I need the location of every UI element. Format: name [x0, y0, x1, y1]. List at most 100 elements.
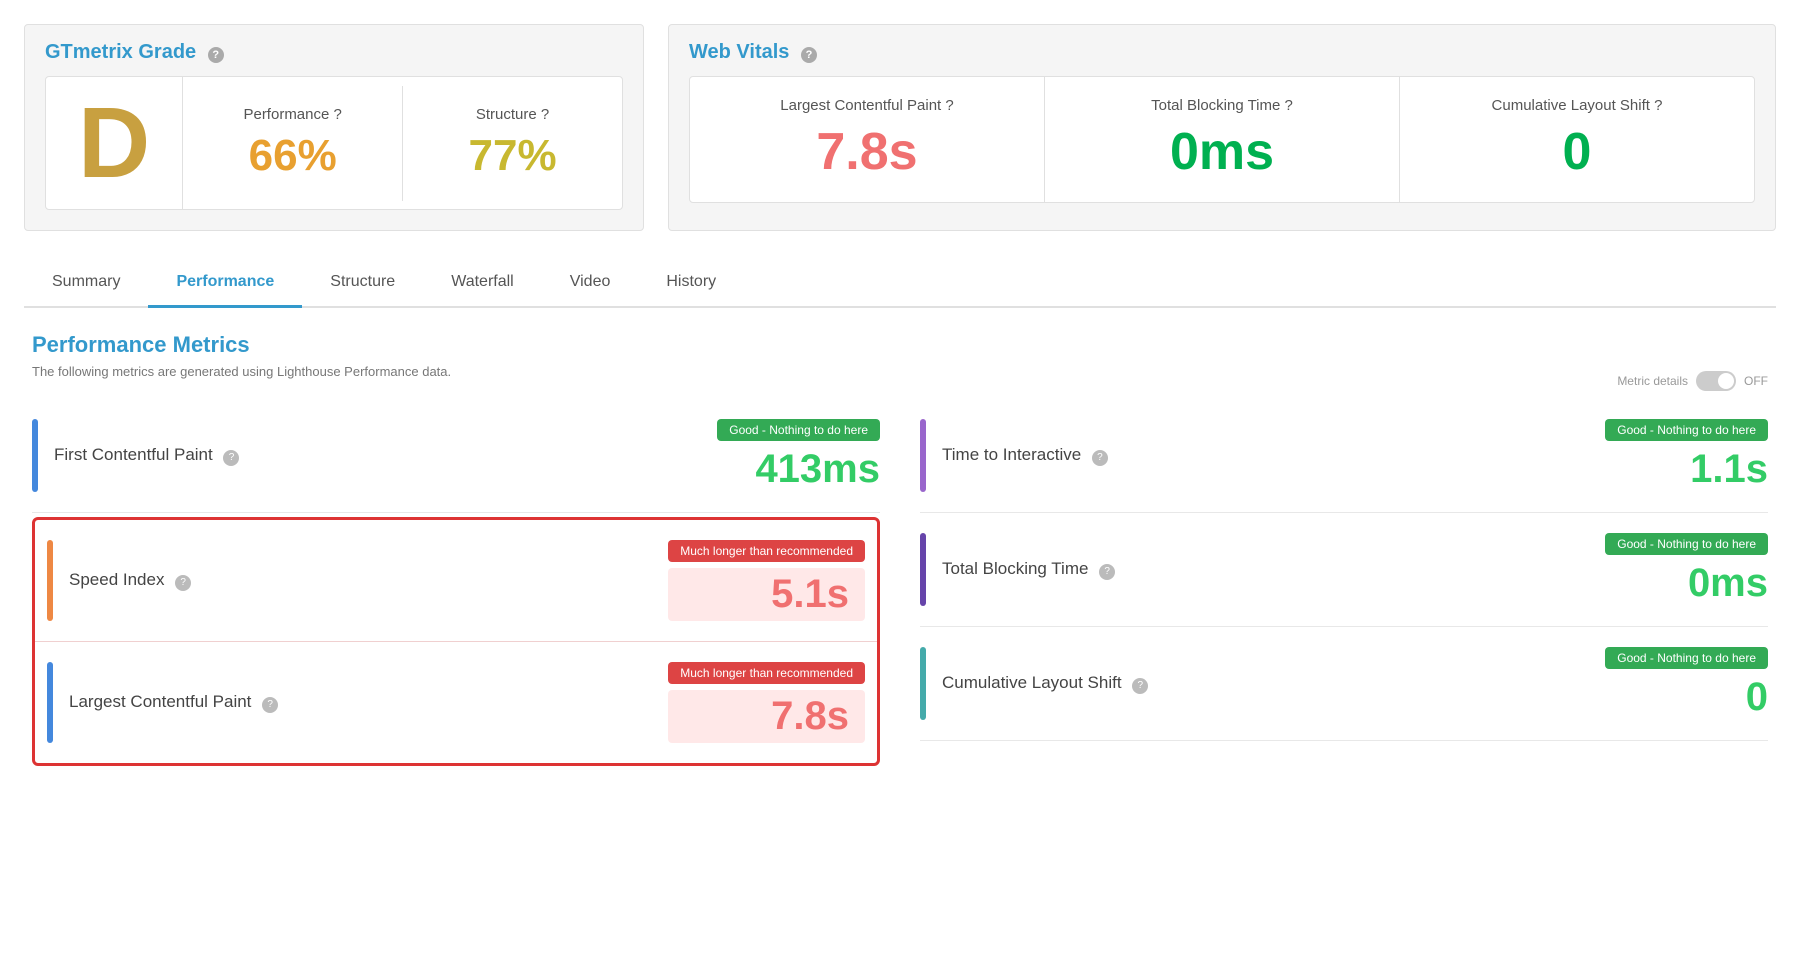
tbt-metric-name-text: Total Blocking Time: [942, 559, 1088, 578]
cls-label: Cumulative Layout Shift ?: [1420, 97, 1734, 114]
tbt-color-bar: [920, 533, 926, 606]
performance-label: Performance ?: [203, 106, 382, 123]
cls-metric-name-text: Cumulative Layout Shift: [942, 673, 1122, 692]
grade-title: GTmetrix Grade ?: [45, 41, 623, 64]
cls-value-block: Good - Nothing to do here 0: [1588, 647, 1768, 720]
cls-value: 0: [1420, 122, 1734, 182]
cls-metric-value: 0: [1588, 675, 1768, 720]
grade-inner: D Performance ? 66% Structure ? 77%: [45, 76, 623, 210]
tti-help-icon[interactable]: ?: [1092, 450, 1108, 466]
tab-video[interactable]: Video: [542, 259, 639, 308]
structure-help-icon[interactable]: ?: [541, 106, 549, 123]
lcp-metric-value-block: Much longer than recommended 7.8s: [668, 662, 865, 743]
tab-summary[interactable]: Summary: [24, 259, 148, 308]
perf-metrics-subtitle: The following metrics are generated usin…: [32, 364, 1768, 379]
lcp-value: 7.8s: [710, 122, 1024, 182]
fcp-badge: Good - Nothing to do here: [700, 419, 880, 447]
tbt-label: Total Blocking Time ?: [1065, 97, 1379, 114]
tti-name-text: Time to Interactive: [942, 445, 1081, 464]
lcp-metric-row: Largest Contentful Paint ? Much longer t…: [35, 642, 877, 763]
lcp-label-text: Largest Contentful Paint: [780, 97, 941, 114]
tbt-metric-name: Total Blocking Time ?: [942, 559, 1115, 580]
perf-metrics-title: Performance Metrics: [32, 332, 1768, 358]
web-vitals-title-text: Web Vitals: [689, 41, 789, 63]
grade-metrics: Performance ? 66% Structure ? 77%: [183, 86, 622, 201]
tti-content: Time to Interactive ? Good - Nothing to …: [942, 419, 1768, 492]
top-section: GTmetrix Grade ? D Performance ? 66% Str…: [24, 24, 1776, 231]
tabs-bar: Summary Performance Structure Waterfall …: [24, 259, 1776, 308]
fcp-value-block: Good - Nothing to do here 413ms: [700, 419, 880, 492]
tbt-label-text: Total Blocking Time: [1151, 97, 1280, 114]
metric-details-toggle: Metric details OFF: [1617, 371, 1768, 391]
lcp-metric-value: 7.8s: [668, 690, 865, 743]
toggle-off-label: OFF: [1744, 374, 1768, 388]
tti-badge-text: Good - Nothing to do here: [1605, 419, 1768, 441]
fcp-content: First Contentful Paint ? Good - Nothing …: [54, 419, 880, 492]
bad-metrics-group: Speed Index ? Much longer than recommend…: [32, 517, 880, 766]
si-color-bar: [47, 540, 53, 621]
tbt-value: 0ms: [1588, 561, 1768, 606]
si-value: 5.1s: [668, 568, 865, 621]
lcp-vital: Largest Contentful Paint ? 7.8s: [690, 77, 1045, 202]
cls-content: Cumulative Layout Shift ? Good - Nothing…: [942, 647, 1768, 720]
tbt-value: 0ms: [1065, 122, 1379, 182]
tti-name: Time to Interactive ?: [942, 445, 1108, 466]
si-name: Speed Index ?: [69, 570, 191, 591]
cls-metric-help-icon[interactable]: ?: [1132, 678, 1148, 694]
si-value-block: Much longer than recommended 5.1s: [668, 540, 865, 621]
grade-title-text: GTmetrix Grade: [45, 41, 196, 63]
perf-header-row: The following metrics are generated usin…: [32, 364, 1768, 399]
si-badge-text: Much longer than recommended: [668, 540, 865, 562]
tab-waterfall[interactable]: Waterfall: [423, 259, 542, 308]
tti-value: 1.1s: [1588, 447, 1768, 492]
tti-color-bar: [920, 419, 926, 492]
tbt-vital: Total Blocking Time ? 0ms: [1045, 77, 1400, 202]
tbt-help-icon[interactable]: ?: [1285, 97, 1293, 114]
structure-value: 77%: [423, 131, 602, 181]
tab-history[interactable]: History: [638, 259, 744, 308]
lcp-metric-badge-text: Much longer than recommended: [668, 662, 865, 684]
structure-metric: Structure ? 77%: [403, 86, 622, 201]
web-vitals-inner: Largest Contentful Paint ? 7.8s Total Bl…: [689, 76, 1755, 203]
tti-badge: Good - Nothing to do here: [1588, 419, 1768, 447]
performance-value: 66%: [203, 131, 382, 181]
tbt-badge: Good - Nothing to do here: [1588, 533, 1768, 561]
lcp-metric-help-icon[interactable]: ?: [262, 697, 278, 713]
web-vitals-help-icon[interactable]: ?: [801, 47, 817, 63]
structure-label: Structure ?: [423, 106, 602, 123]
cls-vital: Cumulative Layout Shift ? 0: [1400, 77, 1754, 202]
lcp-label: Largest Contentful Paint ?: [710, 97, 1024, 114]
si-help-icon[interactable]: ?: [175, 575, 191, 591]
cls-metric-row: Cumulative Layout Shift ? Good - Nothing…: [920, 627, 1768, 741]
cls-color-bar: [920, 647, 926, 720]
perf-metrics-section: Performance Metrics The following metric…: [24, 332, 1776, 770]
tbt-metric-help-icon[interactable]: ?: [1099, 564, 1115, 580]
lcp-help-icon[interactable]: ?: [945, 97, 953, 114]
metric-details-switch[interactable]: [1696, 371, 1736, 391]
tti-value-block: Good - Nothing to do here 1.1s: [1588, 419, 1768, 492]
performance-label-text: Performance: [243, 106, 329, 123]
lcp-color-bar: [47, 662, 53, 743]
gtmetrix-grade-card: GTmetrix Grade ? D Performance ? 66% Str…: [24, 24, 644, 231]
tab-structure[interactable]: Structure: [302, 259, 423, 308]
fcp-name: First Contentful Paint ?: [54, 445, 239, 466]
performance-metric: Performance ? 66%: [183, 86, 403, 201]
si-badge: Much longer than recommended: [668, 540, 865, 568]
structure-label-text: Structure: [476, 106, 537, 123]
grade-letter: D: [46, 77, 183, 209]
fcp-help-icon[interactable]: ?: [223, 450, 239, 466]
lcp-metric-name-text: Largest Contentful Paint: [69, 692, 251, 711]
tbt-metric-row: Total Blocking Time ? Good - Nothing to …: [920, 513, 1768, 627]
tab-performance[interactable]: Performance: [148, 259, 302, 308]
tbt-badge-text: Good - Nothing to do here: [1605, 533, 1768, 555]
grade-help-icon[interactable]: ?: [208, 47, 224, 63]
performance-help-icon[interactable]: ?: [334, 106, 342, 123]
si-name-text: Speed Index: [69, 570, 164, 589]
fcp-value: 413ms: [700, 447, 880, 492]
metrics-right-col: Time to Interactive ? Good - Nothing to …: [920, 399, 1768, 770]
cls-help-icon[interactable]: ?: [1654, 97, 1662, 114]
tti-metric-row: Time to Interactive ? Good - Nothing to …: [920, 399, 1768, 513]
cls-label-text: Cumulative Layout Shift: [1492, 97, 1650, 114]
fcp-color-bar: [32, 419, 38, 492]
cls-badge-text: Good - Nothing to do here: [1605, 647, 1768, 669]
